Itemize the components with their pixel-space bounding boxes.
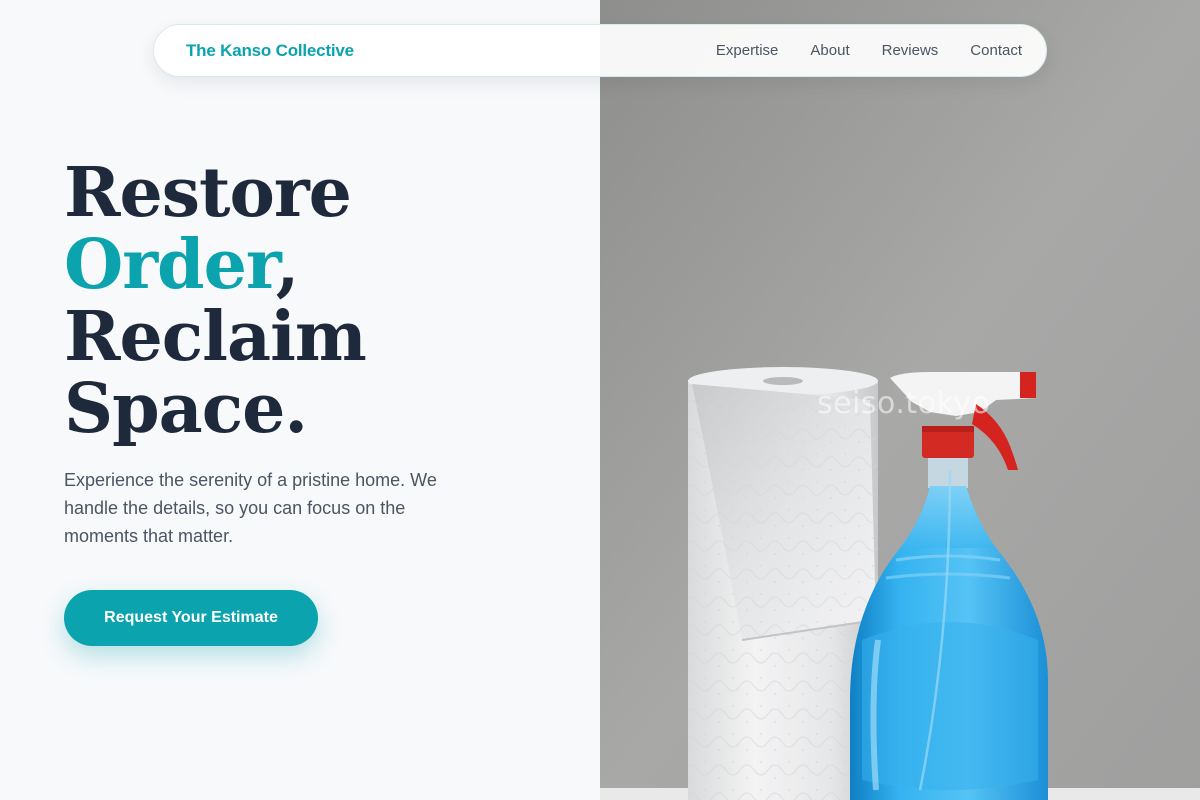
brand-logo-link[interactable]: The Kanso Collective xyxy=(186,41,354,61)
nav-link-reviews[interactable]: Reviews xyxy=(882,42,939,59)
top-navbar: The Kanso Collective Expertise About Rev… xyxy=(153,24,1047,77)
hero-subtext: Experience the serenity of a pristine ho… xyxy=(64,470,437,546)
headline-line-1: Restore xyxy=(64,153,352,233)
nav-links: Expertise About Reviews Contact xyxy=(684,42,1022,59)
hero-headline: Restore Order, Reclaim Space. xyxy=(64,153,367,449)
hero-image: seiso.tokyo xyxy=(600,0,1200,800)
headline-line-4: Space. xyxy=(64,369,308,449)
headline-comma: , xyxy=(275,225,300,305)
headline-line-2: Order, xyxy=(64,229,366,301)
image-watermark: seiso.tokyo xyxy=(817,386,991,421)
nav-link-expertise[interactable]: Expertise xyxy=(716,42,779,59)
headline-accent-word: Order xyxy=(64,225,277,305)
hero-text-section: Restore Order, Reclaim Space. Experience… xyxy=(0,0,600,800)
nav-link-about[interactable]: About xyxy=(810,42,849,59)
request-estimate-button[interactable]: Request Your Estimate xyxy=(64,590,318,646)
headline-line-3: Reclaim xyxy=(64,297,367,377)
nav-link-contact[interactable]: Contact xyxy=(970,42,1022,59)
paper-towel-roll xyxy=(688,367,878,800)
